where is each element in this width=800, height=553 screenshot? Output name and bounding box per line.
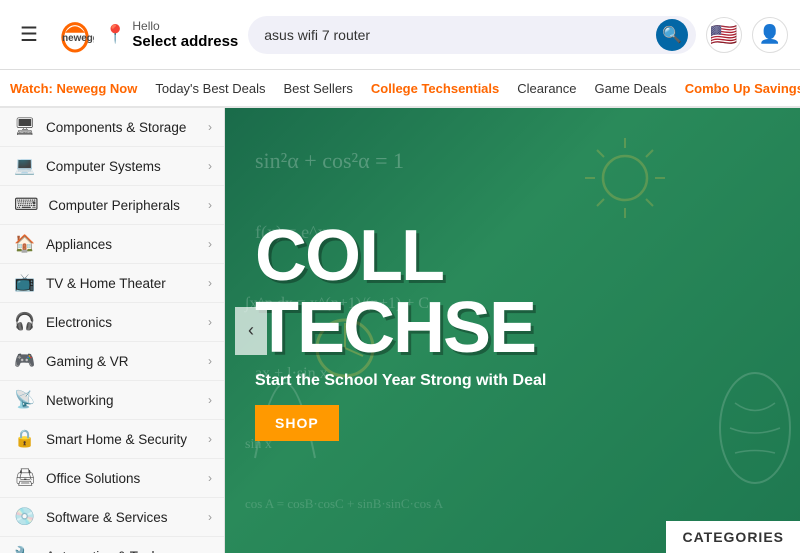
software-icon: 💿 — [14, 507, 36, 527]
country-selector[interactable]: 🇺🇸 — [706, 17, 742, 53]
sidebar-item-peripherals[interactable]: ⌨ Computer Peripherals › — [0, 186, 224, 225]
sidebar-item-tv[interactable]: 📺 TV & Home Theater › — [0, 264, 224, 303]
location-icon: 📍 — [104, 24, 126, 45]
carousel-prev-button[interactable]: ‹ — [235, 307, 267, 355]
chevron-icon: › — [208, 198, 212, 212]
gaming-icon: 🎮 — [14, 351, 36, 371]
user-menu-button[interactable]: 👤 — [752, 17, 788, 53]
nav-item-clearance[interactable]: Clearance — [517, 79, 576, 98]
nav-item-college[interactable]: College Techsentials — [371, 79, 499, 98]
chevron-icon: › — [208, 159, 212, 173]
nav-item-game-deals[interactable]: Game Deals — [595, 79, 667, 98]
logo-icon: newegg — [56, 16, 94, 54]
sidebar-item-electronics[interactable]: 🎧 Electronics › — [0, 303, 224, 342]
sidebar-item-gaming[interactable]: 🎮 Gaming & VR › — [0, 342, 224, 381]
sidebar-label-electronics: Electronics — [46, 315, 198, 330]
hamburger-button[interactable]: ☰ — [12, 18, 46, 51]
sidebar-item-software[interactable]: 💿 Software & Services › — [0, 498, 224, 537]
sidebar-label-computer-systems: Computer Systems — [46, 159, 198, 174]
automotive-icon: 🔧 — [14, 546, 36, 553]
greeting-label: Hello — [132, 19, 238, 33]
search-input[interactable] — [264, 27, 656, 43]
sidebar-label-appliances: Appliances — [46, 237, 198, 252]
sidebar-label-software: Software & Services — [46, 510, 198, 525]
shop-now-button[interactable]: SHOP — [255, 405, 339, 441]
chevron-icon: › — [208, 432, 212, 446]
sidebar-item-components[interactable]: 🖥 Components & Storage › — [0, 108, 224, 147]
chevron-icon: › — [208, 315, 212, 329]
categories-badge[interactable]: CATEGORIES — [666, 521, 800, 553]
chevron-icon: › — [208, 471, 212, 485]
sidebar-label-smart-home: Smart Home & Security — [46, 432, 198, 447]
address-text: Hello Select address — [132, 19, 238, 50]
navigation-bar: Watch: Newegg Now Today's Best Deals Bes… — [0, 70, 800, 108]
banner-background: sin²α + cos²α = 1 f(x) = e^x ∫x^n dx = x… — [225, 108, 800, 553]
sidebar-item-office[interactable]: 🖨 Office Solutions › — [0, 459, 224, 498]
banner-subtitle: Start the School Year Strong with Deal — [255, 372, 770, 390]
sidebar-item-smart-home[interactable]: 🔒 Smart Home & Security › — [0, 420, 224, 459]
search-button[interactable]: 🔍 — [656, 19, 688, 51]
sidebar-label-automotive: Automotive & Tools — [46, 549, 198, 553]
nav-item-best-deals[interactable]: Today's Best Deals — [155, 79, 265, 98]
chevron-icon: › — [208, 510, 212, 524]
search-icon: 🔍 — [662, 25, 682, 45]
peripherals-icon: ⌨ — [14, 195, 39, 215]
banner-title-line2: TECHSE — [255, 292, 770, 364]
sidebar-label-networking: Networking — [46, 393, 198, 408]
svg-text:newegg: newegg — [62, 33, 94, 44]
banner: sin²α + cos²α = 1 f(x) = e^x ∫x^n dx = x… — [225, 108, 800, 553]
sidebar-label-office: Office Solutions — [46, 471, 198, 486]
chevron-icon: › — [208, 354, 212, 368]
computer-systems-icon: 💻 — [14, 156, 36, 176]
sidebar-label-peripherals: Computer Peripherals — [49, 198, 198, 213]
chevron-icon: › — [208, 237, 212, 251]
watch-label[interactable]: Watch: Newegg Now — [10, 81, 137, 96]
prev-arrow-icon: ‹ — [248, 320, 254, 341]
networking-icon: 📡 — [14, 390, 36, 410]
office-icon: 🖨 — [14, 468, 36, 488]
sidebar-label-gaming: Gaming & VR — [46, 354, 198, 369]
appliances-icon: 🏠 — [14, 234, 36, 254]
sidebar-label-components: Components & Storage — [46, 120, 198, 135]
nav-item-best-sellers[interactable]: Best Sellers — [284, 79, 353, 98]
search-bar: 🔍 — [248, 16, 696, 54]
address-label: Select address — [132, 33, 238, 50]
sidebar-item-appliances[interactable]: 🏠 Appliances › — [0, 225, 224, 264]
flag-icon: 🇺🇸 — [710, 22, 737, 48]
sidebar: 🖥 Components & Storage › 💻 Computer Syst… — [0, 108, 225, 553]
sidebar-item-computer-systems[interactable]: 💻 Computer Systems › — [0, 147, 224, 186]
smart-home-icon: 🔒 — [14, 429, 36, 449]
header: ☰ newegg 📍 Hello Select address 🔍 🇺🇸 👤 — [0, 0, 800, 70]
banner-title-line1: COLL — [255, 220, 770, 292]
sidebar-label-tv: TV & Home Theater — [46, 276, 198, 291]
components-icon: 🖥 — [14, 117, 36, 137]
nav-item-combo[interactable]: Combo Up Savings — [685, 79, 800, 98]
banner-text: COLL TECHSE Start the School Year Strong… — [225, 108, 800, 553]
electronics-icon: 🎧 — [14, 312, 36, 332]
tv-icon: 📺 — [14, 273, 36, 293]
chevron-icon: › — [208, 549, 212, 553]
main-content: 🖥 Components & Storage › 💻 Computer Syst… — [0, 108, 800, 553]
logo[interactable]: newegg — [56, 16, 94, 54]
sidebar-item-automotive[interactable]: 🔧 Automotive & Tools › — [0, 537, 224, 553]
user-icon: 👤 — [759, 24, 781, 45]
sidebar-item-networking[interactable]: 📡 Networking › — [0, 381, 224, 420]
chevron-icon: › — [208, 276, 212, 290]
chevron-icon: › — [208, 120, 212, 134]
chevron-icon: › — [208, 393, 212, 407]
address-selector[interactable]: 📍 Hello Select address — [104, 19, 238, 50]
